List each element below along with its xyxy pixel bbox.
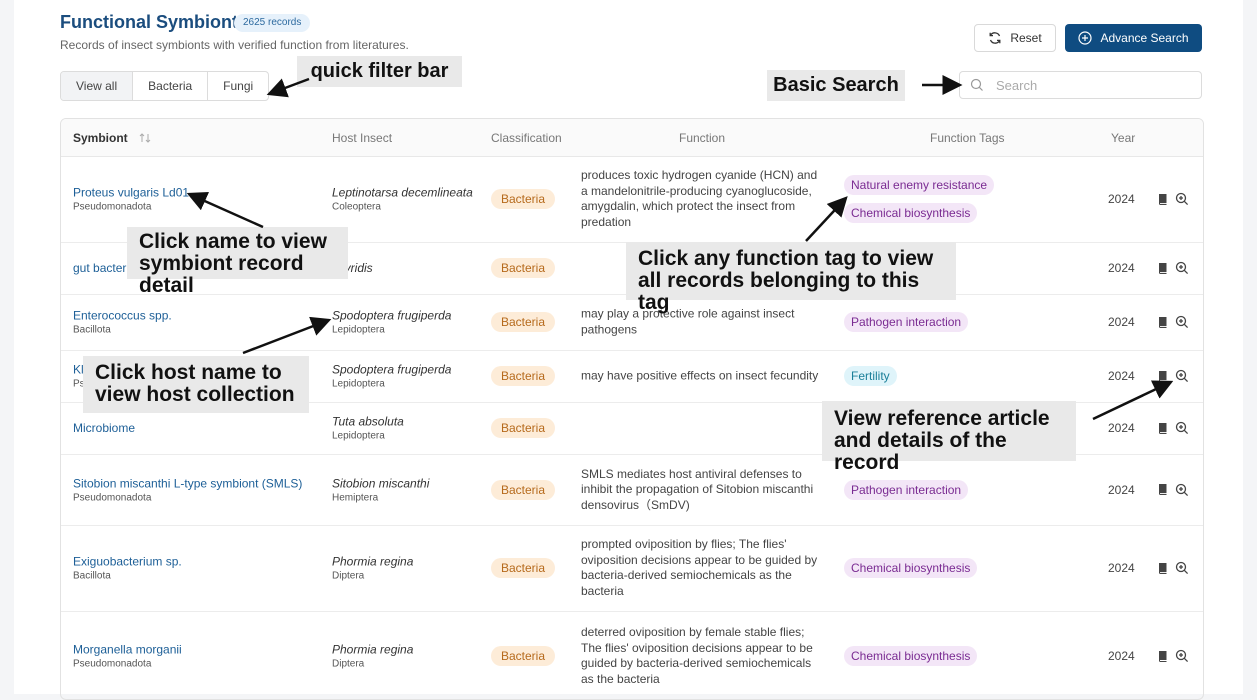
arrow-view-reference	[1092, 380, 1174, 421]
arrow-click-tag	[805, 196, 848, 242]
arrow-quick-filter	[266, 77, 310, 98]
arrow-click-name	[186, 191, 264, 229]
arrow-click-host	[242, 316, 332, 355]
annotation-arrows	[186, 75, 1174, 421]
